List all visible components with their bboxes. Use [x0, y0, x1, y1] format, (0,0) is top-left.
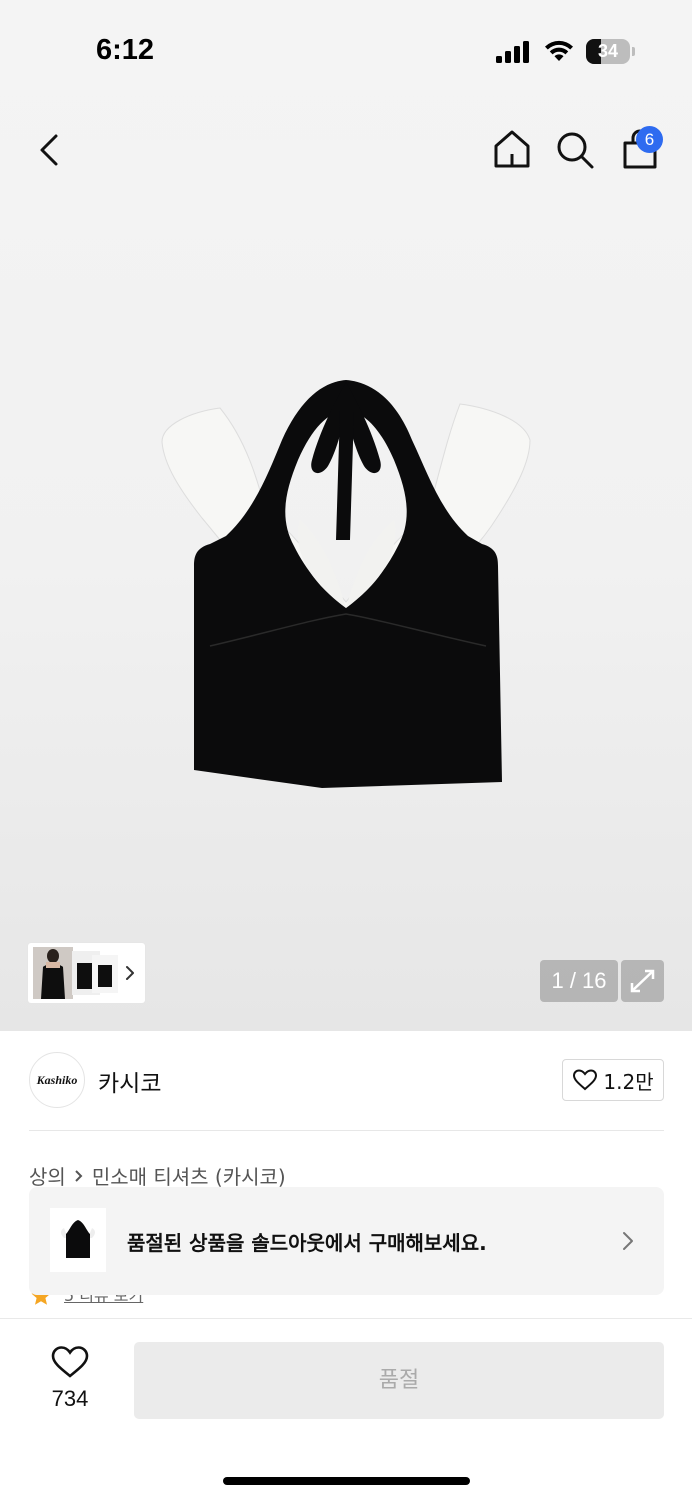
expand-image-button[interactable]: [621, 960, 664, 1002]
status-time: 6:12: [96, 34, 155, 66]
wifi-icon: [545, 40, 573, 61]
brand-like-button[interactable]: 1.2만: [562, 1059, 664, 1101]
brand-logo[interactable]: Kashiko: [29, 1052, 85, 1108]
heart-icon: [573, 1069, 598, 1091]
breadcrumb: 상의 민소매 티셔츠 (카시코): [29, 1161, 286, 1190]
home-indicator[interactable]: [223, 1477, 470, 1485]
breadcrumb-subcategory[interactable]: 민소매 티셔츠 (카시코): [92, 1161, 286, 1190]
battery-indicator: 34: [586, 39, 636, 65]
home-icon[interactable]: [490, 126, 534, 172]
heart-icon[interactable]: [50, 1344, 90, 1380]
brand-like-count: 1.2만: [603, 1069, 654, 1094]
brand-logo-text: Kashiko: [36, 1072, 78, 1087]
product-like-count: 734: [51, 1386, 89, 1411]
thumbnail-product-back[interactable]: [92, 955, 118, 993]
soldout-button[interactable]: 품절: [134, 1342, 664, 1419]
banner-product-thumbnail: [50, 1208, 106, 1272]
chevron-right-icon: [75, 1169, 83, 1182]
cart-count-badge[interactable]: 6: [636, 126, 663, 153]
brand-name[interactable]: 카시코: [98, 1064, 161, 1098]
cellular-signal-icon: [496, 41, 529, 63]
product-image[interactable]: [150, 370, 542, 800]
thumbnail-strip[interactable]: [28, 943, 145, 1003]
banner-text: 품절된 상품을 솔드아웃에서 구매해보세요.: [127, 1231, 487, 1255]
image-page-counter: 1 / 16: [540, 960, 618, 1002]
chevron-right-icon[interactable]: [124, 963, 136, 983]
expand-icon: [630, 969, 655, 993]
thumbnail-model[interactable]: [33, 947, 73, 999]
divider: [29, 1130, 664, 1131]
battery-percent: 34: [597, 41, 619, 61]
soldout-market-banner[interactable]: 품절된 상품을 솔드아웃에서 구매해보세요.: [29, 1187, 664, 1295]
chevron-left-icon[interactable]: [30, 128, 70, 172]
chevron-right-icon: [623, 1232, 633, 1250]
breadcrumb-category[interactable]: 상의: [29, 1161, 66, 1190]
search-icon[interactable]: [553, 128, 597, 172]
